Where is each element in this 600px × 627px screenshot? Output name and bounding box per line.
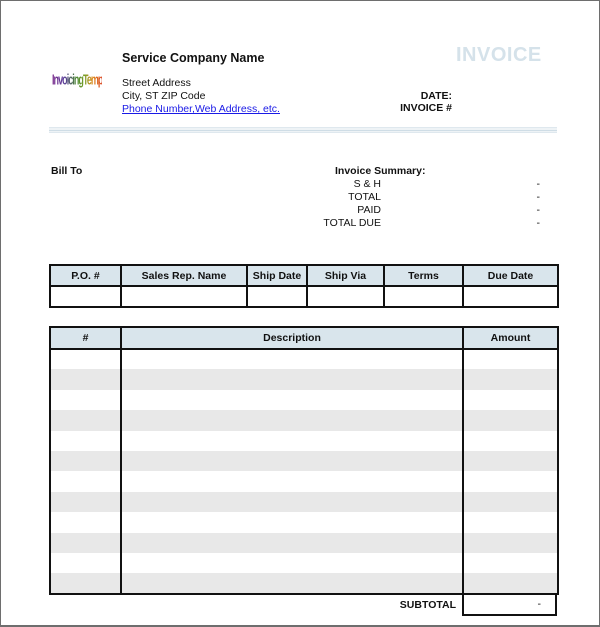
description-cell[interactable] [120,369,464,390]
item-number-cell[interactable] [49,491,122,513]
amount-cell[interactable] [462,491,559,513]
item-number-cell[interactable] [49,573,122,595]
item-number-cell[interactable] [49,430,122,451]
amount-cell[interactable] [462,532,559,553]
item-number-cell[interactable] [49,369,122,390]
invoicing-templates-logo-icon: InvoicingTemplates [52,73,119,96]
amount-cell[interactable] [462,573,559,595]
company-street: Street Address [122,77,191,89]
shipping-header-row: P.O. # Sales Rep. Name Ship Date Ship Vi… [49,264,559,287]
item-number-cell[interactable] [49,532,122,553]
summary-label-total-due: TOTAL DUE [323,217,381,229]
line-item-row [49,410,559,431]
invoice-number-label: INVOICE # [400,102,452,114]
amount-cell[interactable] [462,552,559,574]
subtotal-value: - [462,593,557,616]
items-body [49,349,559,595]
header-sales-rep: Sales Rep. Name [120,264,248,287]
items-header-row: # Description Amount [49,326,559,350]
header-item-number: # [49,326,122,350]
description-cell[interactable] [120,389,464,411]
description-cell[interactable] [120,410,464,431]
line-item-row [49,512,559,533]
line-item-row [49,450,559,472]
amount-cell[interactable] [462,369,559,390]
shipping-details-table: P.O. # Sales Rep. Name Ship Date Ship Vi… [49,264,559,308]
item-number-cell[interactable] [49,512,122,533]
item-number-cell[interactable] [49,552,122,574]
header-po-number: P.O. # [49,264,122,287]
item-number-cell[interactable] [49,450,122,472]
line-item-row [49,349,559,370]
header-ship-via: Ship Via [306,264,385,287]
cell-ship-via[interactable] [306,285,385,308]
description-cell[interactable] [120,471,464,492]
line-item-row [49,532,559,553]
amount-cell[interactable] [462,430,559,451]
item-number-cell[interactable] [49,410,122,431]
amount-cell[interactable] [462,410,559,431]
description-cell[interactable] [120,573,464,595]
cell-sales-rep[interactable] [120,285,248,308]
company-city-line: City, ST ZIP Code [122,90,206,102]
description-cell[interactable] [120,450,464,472]
description-cell[interactable] [120,430,464,451]
item-number-cell[interactable] [49,349,122,370]
cell-terms[interactable] [383,285,464,308]
subtotal-label: SUBTOTAL [399,599,456,611]
line-item-row [49,471,559,492]
company-name: Service Company Name [122,51,265,65]
summary-value-total: - [536,191,541,203]
item-number-cell[interactable] [49,389,122,411]
company-contact-link[interactable]: Phone Number,Web Address, etc. [122,103,280,115]
header-due-date: Due Date [462,264,559,287]
line-item-row [49,369,559,390]
header-description: Description [120,326,464,350]
summary-value-total-due: - [536,217,541,229]
amount-cell[interactable] [462,450,559,472]
description-cell[interactable] [120,349,464,370]
line-item-row [49,573,559,595]
header-ship-date: Ship Date [246,264,308,287]
line-items-table: # Description Amount [49,326,559,595]
date-label: DATE: [420,90,452,102]
header-divider [49,127,557,133]
summary-value-sh: - [536,178,541,190]
description-cell[interactable] [120,512,464,533]
cell-ship-date[interactable] [246,285,308,308]
amount-cell[interactable] [462,471,559,492]
description-cell[interactable] [120,552,464,574]
description-cell[interactable] [120,532,464,553]
shipping-data-row [49,285,559,308]
line-item-row [49,430,559,451]
summary-label-paid: PAID [357,204,381,216]
summary-label-sh: S & H [353,178,381,190]
summary-value-paid: - [536,204,541,216]
cell-due-date[interactable] [462,285,559,308]
line-item-row [49,389,559,411]
amount-cell[interactable] [462,389,559,411]
header-terms: Terms [383,264,464,287]
item-number-cell[interactable] [49,471,122,492]
cell-po-number[interactable] [49,285,122,308]
summary-label-total: TOTAL [348,191,381,203]
bill-to-label: Bill To [51,165,83,177]
line-item-row [49,491,559,513]
description-cell[interactable] [120,491,464,513]
header-amount: Amount [462,326,559,350]
invoice-title: INVOICE [456,44,542,66]
amount-cell[interactable] [462,512,559,533]
line-item-row [49,552,559,574]
invoice-summary-title: Invoice Summary: [335,165,426,177]
amount-cell[interactable] [462,349,559,370]
